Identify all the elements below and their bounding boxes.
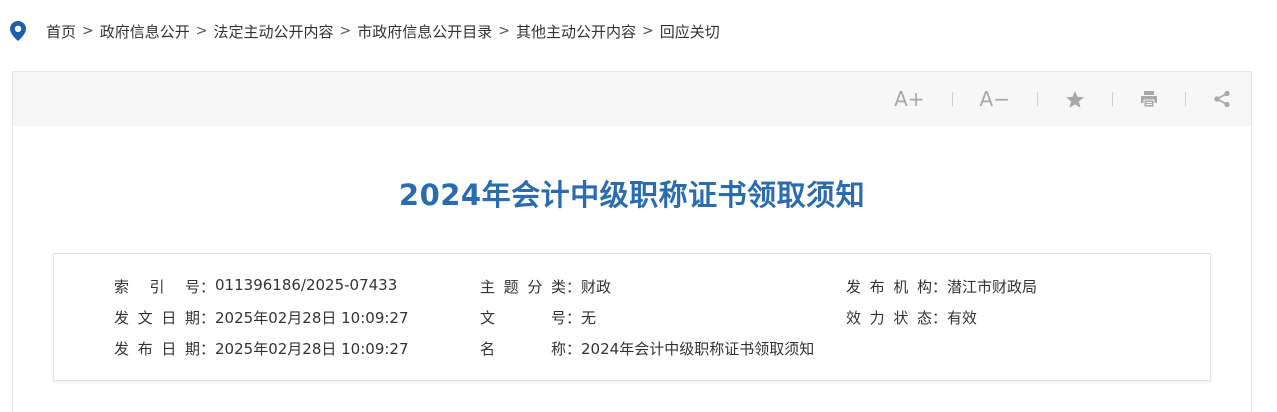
- metadata-box: 索 引 号： 011396186/2025-07433 主题分类：财政 发布机构：…: [53, 253, 1211, 381]
- star-icon[interactable]: [1065, 90, 1085, 109]
- meta-colon: ：: [566, 309, 582, 327]
- meta-value: 2025年02月28日 10:09:27: [215, 340, 409, 358]
- meta-publisher: 发布机构：潜江市财政局: [846, 276, 1037, 297]
- meta-value: 有效: [947, 309, 978, 327]
- breadcrumb: 首页 > 政府信息公开 > 法定主动公开内容 > 市政府信息公开目录 > 其他主…: [10, 19, 720, 43]
- meta-colon: ：: [200, 340, 216, 358]
- meta-label: 索 引 号: [114, 278, 200, 296]
- location-pin-icon: [10, 20, 28, 42]
- metadata-row: 索 引 号： 011396186/2025-07433 主题分类：财政 发布机构：…: [54, 276, 1210, 296]
- meta-value: 2025年02月28日 10:09:27: [215, 309, 409, 327]
- breadcrumb-city-directory[interactable]: 市政府信息公开目录: [357, 21, 492, 42]
- toolbar-divider: [1185, 92, 1186, 106]
- meta-label: 发文日期: [114, 309, 200, 327]
- print-icon[interactable]: [1140, 90, 1158, 108]
- meta-doc-date: 发文日期： 2025年02月28日 10:09:27: [114, 307, 409, 328]
- meta-label: 效力状态: [846, 309, 932, 327]
- article-panel: A+ A− 2024年会计中级职称证书领取须知 索 引 号 ： 01139618…: [12, 71, 1252, 412]
- breadcrumb-separator: >: [498, 23, 510, 39]
- breadcrumb-separator: >: [642, 23, 654, 39]
- meta-value: 2024年会计中级职称证书领取须知: [581, 340, 815, 358]
- toolbar-divider: [1037, 92, 1038, 106]
- meta-label: 文 号: [480, 309, 566, 327]
- meta-pub-date: 发布日期： 2025年02月28日 10:09:27: [114, 338, 409, 359]
- meta-colon: ：: [200, 309, 216, 327]
- meta-doc-number: 文 号：无: [480, 307, 596, 328]
- toolbar-divider: [951, 92, 953, 106]
- meta-value: 潜江市财政局: [947, 278, 1038, 296]
- meta-label: 发布日期: [114, 340, 200, 358]
- breadcrumb-separator: >: [339, 23, 352, 39]
- breadcrumb-gov-info-public[interactable]: 政府信息公开: [100, 21, 190, 42]
- breadcrumb-separator: >: [82, 23, 94, 39]
- metadata-row: 发文日期： 2025年02月28日 10:09:27 文 号：无 效力状态：有效: [54, 307, 1210, 327]
- font-decrease-icon[interactable]: A−: [980, 87, 1010, 111]
- share-icon[interactable]: [1213, 90, 1231, 108]
- toolbar-divider: [1112, 92, 1113, 106]
- meta-colon: ：: [566, 278, 582, 296]
- meta-name: 名 称： 2024年会计中级职称证书领取须知: [480, 338, 814, 359]
- meta-colon: ：: [932, 309, 948, 327]
- meta-validity: 效力状态：有效: [846, 307, 977, 328]
- breadcrumb-other-content[interactable]: 其他主动公开内容: [516, 21, 636, 42]
- font-increase-icon[interactable]: A+: [894, 87, 924, 111]
- breadcrumb-separator: >: [195, 23, 208, 39]
- article-toolbar: A+ A−: [13, 72, 1251, 126]
- meta-label: 名 称: [480, 340, 566, 358]
- article-title: 2024年会计中级职称证书领取须知: [398, 178, 866, 212]
- meta-value: 财政: [581, 278, 612, 296]
- meta-colon: ：: [566, 340, 582, 358]
- meta-value: 无: [581, 309, 597, 327]
- meta-topic: 主题分类：财政: [480, 276, 611, 297]
- meta-value: 011396186/2025-07433: [215, 276, 398, 294]
- meta-colon: ：: [932, 278, 948, 296]
- meta-colon: ：: [200, 278, 216, 296]
- breadcrumb-response-concerns[interactable]: 回应关切: [660, 21, 720, 42]
- breadcrumb-statutory-content[interactable]: 法定主动公开内容: [214, 21, 334, 42]
- meta-label: 发布机构: [846, 278, 932, 296]
- metadata-row: 发布日期： 2025年02月28日 10:09:27 名 称： 2024年会计中级职…: [54, 338, 1210, 358]
- meta-label: 主题分类: [480, 278, 566, 296]
- meta-index: 索 引 号： 011396186/2025-07433: [114, 276, 397, 297]
- breadcrumb-home[interactable]: 首页: [46, 21, 76, 42]
